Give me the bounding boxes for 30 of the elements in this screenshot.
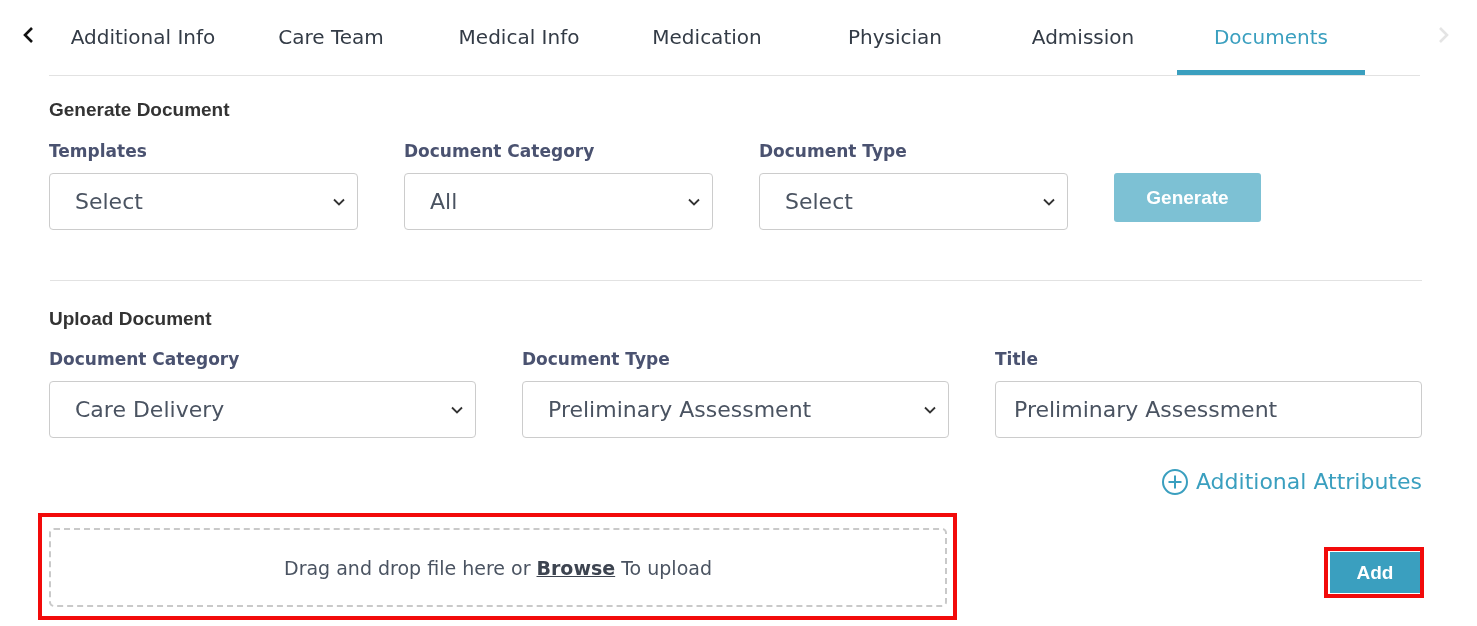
tab[interactable]: Medication <box>613 0 801 75</box>
field-label: Title <box>995 348 1038 371</box>
tab[interactable]: Medical Info <box>425 0 613 75</box>
caret-icon <box>924 405 936 414</box>
field-label: Document Category <box>404 140 595 163</box>
field-label: Templates <box>49 140 147 163</box>
field-label: Document Category <box>49 348 240 371</box>
field-label: Document Type <box>522 348 670 371</box>
templates-select[interactable]: Select <box>49 173 358 230</box>
caret-icon <box>451 405 463 414</box>
type-select[interactable]: Preliminary Assessment <box>522 381 949 438</box>
chevron-left-icon[interactable] <box>22 26 34 44</box>
tab[interactable]: Care Team <box>237 0 425 75</box>
upload-prompt: Drag and drop file here or Browse To upload <box>284 556 712 579</box>
section-title: Upload Document <box>49 307 212 331</box>
tab[interactable]: Physician <box>801 0 989 75</box>
plus-circle-icon <box>1161 469 1188 495</box>
section-title: Generate Document <box>49 98 230 122</box>
tab[interactable]: Admission <box>989 0 1177 75</box>
category-select[interactable]: All <box>404 173 713 230</box>
category-select[interactable]: Care Delivery <box>49 381 476 438</box>
field-label: Document Type <box>759 140 907 163</box>
type-select[interactable]: Select <box>759 173 1068 230</box>
file-dropzone[interactable]: Drag and drop file here or Browse To upload <box>49 528 947 607</box>
caret-icon <box>688 197 700 206</box>
caret-icon <box>1043 197 1055 206</box>
caret-icon <box>333 197 345 206</box>
tab[interactable]: Additional Info <box>49 0 237 75</box>
browse-link[interactable]: Browse <box>536 556 616 579</box>
title-input[interactable]: Preliminary Assessment <box>995 381 1422 438</box>
